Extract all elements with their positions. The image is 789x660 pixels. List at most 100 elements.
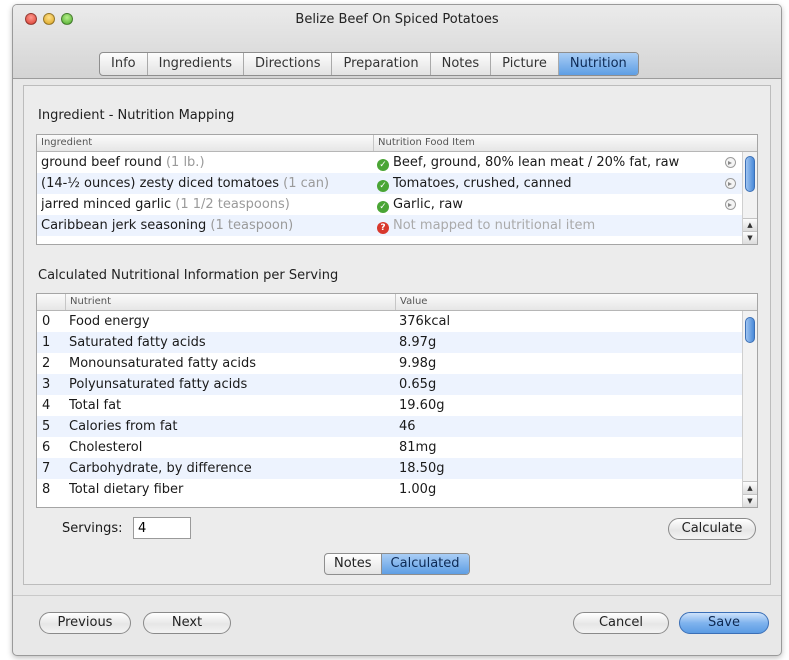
value-column-header[interactable]: Value: [395, 294, 743, 310]
nutrition-panel: Ingredient - Nutrition Mapping Ingredien…: [23, 85, 771, 585]
nutrition-table: Nutrient Value 0 Food energy 376kcal 1 S…: [36, 293, 758, 508]
mapped-check-icon: ✓: [377, 180, 389, 192]
nutrient-value: 19.60g: [399, 398, 445, 413]
servings-input[interactable]: [133, 517, 191, 539]
nutrition-section-title: Calculated Nutritional Information per S…: [38, 268, 339, 283]
mapping-row[interactable]: jarred minced garlic (1 1/2 teaspoons) ✓…: [37, 194, 742, 215]
nutrient-row[interactable]: 7 Carbohydrate, by difference 18.50g: [37, 458, 742, 479]
nutrient-name: Cholesterol: [69, 440, 143, 455]
nutrient-row[interactable]: 0 Food energy 376kcal: [37, 311, 742, 332]
ingredient-name: ground beef round: [41, 155, 162, 170]
tab-picture[interactable]: Picture: [491, 53, 559, 75]
ingredient-column-header[interactable]: Ingredient: [37, 135, 373, 151]
nutrient-row[interactable]: 3 Polyunsaturated fatty acids 0.65g: [37, 374, 742, 395]
tab-info[interactable]: Info: [100, 53, 148, 75]
food-item-name: Garlic, raw: [393, 197, 463, 212]
mapping-scroll-thumb[interactable]: [745, 156, 755, 192]
tab-bar: Info Ingredients Directions Preparation …: [99, 52, 639, 76]
recipe-window: Belize Beef On Spiced Potatoes Info Ingr…: [12, 4, 782, 656]
row-index: 5: [42, 419, 51, 434]
scroll-up-arrow-icon[interactable]: ▲: [743, 218, 757, 231]
save-button[interactable]: Save: [679, 612, 769, 634]
nutrient-name: Saturated fatty acids: [69, 335, 206, 350]
go-to-item-icon[interactable]: [725, 199, 736, 210]
nutrient-name: Polyunsaturated fatty acids: [69, 377, 248, 392]
mapping-section-title: Ingredient - Nutrition Mapping: [38, 108, 235, 123]
nutrient-value: 9.98g: [399, 356, 437, 371]
mapped-check-icon: ✓: [377, 201, 389, 213]
nutrient-row[interactable]: 2 Monounsaturated fatty acids 9.98g: [37, 353, 742, 374]
ingredient-quantity: (1 1/2 teaspoons): [175, 197, 290, 212]
nutrient-value: 1.00g: [399, 482, 437, 497]
mapping-table: Ingredient Nutrition Food Item ground be…: [36, 134, 758, 245]
ingredient-quantity: (1 lb.): [165, 155, 205, 170]
nutrition-scrollbar[interactable]: ▲ ▼: [742, 311, 757, 507]
food-item-name: Beef, ground, 80% lean meat / 20% fat, r…: [393, 155, 680, 170]
food-item-name: Not mapped to nutritional item: [393, 218, 596, 233]
nutrient-value: 8.97g: [399, 335, 437, 350]
nutrient-row[interactable]: 6 Cholesterol 81mg: [37, 437, 742, 458]
nutrient-row[interactable]: 1 Saturated fatty acids 8.97g: [37, 332, 742, 353]
nutrient-row[interactable]: 4 Total fat 19.60g: [37, 395, 742, 416]
unmapped-warning-icon: ?: [377, 222, 389, 234]
ingredient-name: (14-½ ounces) zesty diced tomatoes: [41, 176, 280, 191]
row-index: 4: [42, 398, 51, 413]
nutrient-name: Total fat: [69, 398, 122, 413]
tab-nutrition[interactable]: Nutrition: [558, 53, 638, 75]
mapped-check-icon: ✓: [377, 159, 389, 171]
row-index: 2: [42, 356, 51, 371]
nutrient-name: Carbohydrate, by difference: [69, 461, 252, 476]
scroll-up-arrow-icon[interactable]: ▲: [743, 481, 757, 494]
tab-notes[interactable]: Notes: [431, 53, 492, 75]
index-column-header[interactable]: [37, 294, 65, 310]
row-index: 0: [42, 314, 51, 329]
view-toggle: Notes Calculated: [324, 553, 470, 575]
nutrient-name: Monounsaturated fatty acids: [69, 356, 257, 371]
mapping-scrollbar[interactable]: ▲ ▼: [742, 152, 757, 244]
nutrient-row[interactable]: 8 Total dietary fiber 1.00g: [37, 479, 742, 500]
row-index: 6: [42, 440, 51, 455]
mapping-rows: ground beef round (1 lb.) ✓ Beef, ground,…: [37, 152, 742, 236]
nutrition-rows: 0 Food energy 376kcal 1 Saturated fatty …: [37, 311, 742, 500]
nutrient-value: 81mg: [399, 440, 437, 455]
nutrient-value: 376kcal: [399, 314, 451, 329]
food-item-name: Tomatoes, crushed, canned: [393, 176, 572, 191]
nutrient-name: Calories from fat: [69, 419, 178, 434]
footer-divider: [13, 595, 781, 596]
row-index: 7: [42, 461, 51, 476]
nutrient-row[interactable]: 5 Calories from fat 46: [37, 416, 742, 437]
ingredient-name: Caribbean jerk seasoning: [41, 218, 207, 233]
previous-button[interactable]: Previous: [39, 612, 131, 634]
window-title: Belize Beef On Spiced Potatoes: [295, 12, 499, 27]
ingredient-quantity: (1 teaspoon): [210, 218, 294, 233]
cancel-button[interactable]: Cancel: [573, 612, 669, 634]
next-button[interactable]: Next: [143, 612, 231, 634]
go-to-item-icon[interactable]: [725, 178, 736, 189]
mapping-row[interactable]: ground beef round (1 lb.) ✓ Beef, ground,…: [37, 152, 742, 173]
tab-ingredients[interactable]: Ingredients: [148, 53, 244, 75]
ingredient-quantity: (1 can): [283, 176, 330, 191]
notes-toggle[interactable]: Notes: [325, 554, 381, 574]
tab-directions[interactable]: Directions: [244, 53, 333, 75]
go-to-item-icon[interactable]: [725, 157, 736, 168]
nutrition-table-header: Nutrient Value: [37, 294, 757, 311]
calculated-toggle[interactable]: Calculated: [380, 554, 469, 574]
nutrition-scroll-thumb[interactable]: [745, 317, 755, 343]
nutrient-value: 46: [399, 419, 416, 434]
mapping-row[interactable]: Caribbean jerk seasoning (1 teaspoon) ? N…: [37, 215, 742, 236]
food-item-column-header[interactable]: Nutrition Food Item: [373, 135, 743, 151]
calculate-button[interactable]: Calculate: [668, 518, 756, 540]
nutrient-column-header[interactable]: Nutrient: [65, 294, 395, 310]
title-bar: Belize Beef On Spiced Potatoes Info Ingr…: [13, 5, 781, 79]
mapping-row[interactable]: (14-½ ounces) zesty diced tomatoes (1 ca…: [37, 173, 742, 194]
row-index: 3: [42, 377, 51, 392]
scroll-down-arrow-icon[interactable]: ▼: [743, 494, 757, 507]
row-index: 1: [42, 335, 51, 350]
tab-preparation[interactable]: Preparation: [332, 53, 431, 75]
row-index: 8: [42, 482, 51, 497]
ingredient-name: jarred minced garlic: [41, 197, 172, 212]
mapping-table-header: Ingredient Nutrition Food Item: [37, 135, 757, 152]
servings-label: Servings:: [62, 521, 123, 536]
nutrient-name: Total dietary fiber: [69, 482, 184, 497]
scroll-down-arrow-icon[interactable]: ▼: [743, 231, 757, 244]
